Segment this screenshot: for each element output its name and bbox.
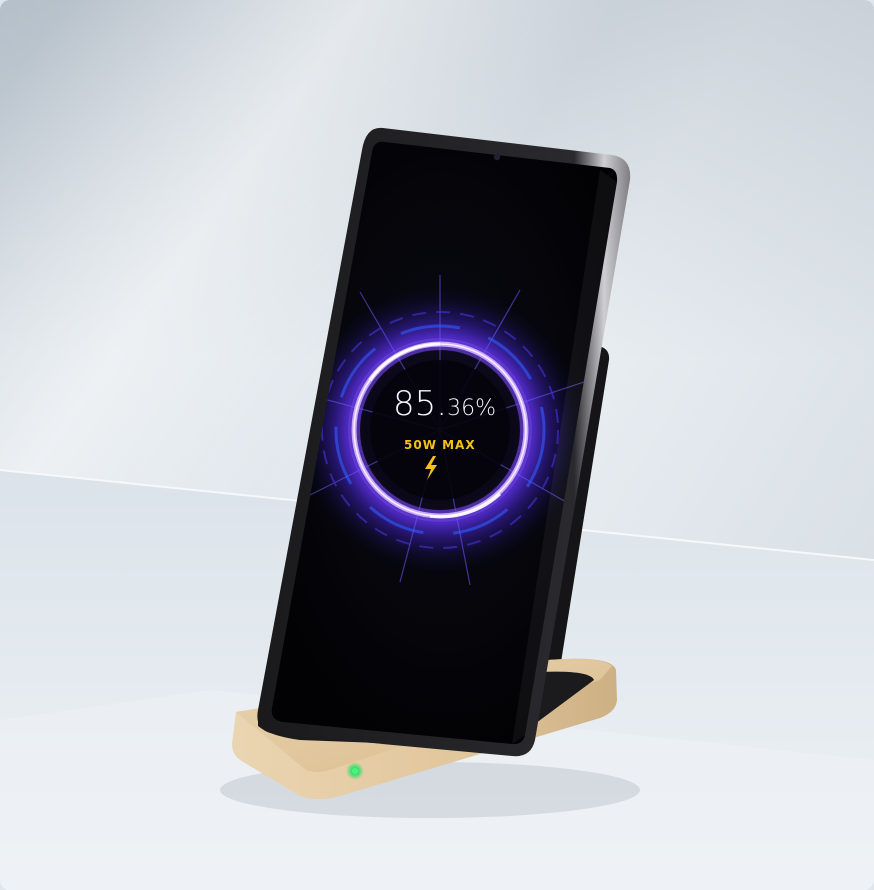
product-photo: 85.36% 50W MAX [0,0,874,890]
status-led [352,768,358,774]
power-label: 50W MAX [404,438,476,452]
charge-percentage: 85.36% [393,384,496,424]
front-camera [493,153,501,161]
ring-center [370,360,510,500]
